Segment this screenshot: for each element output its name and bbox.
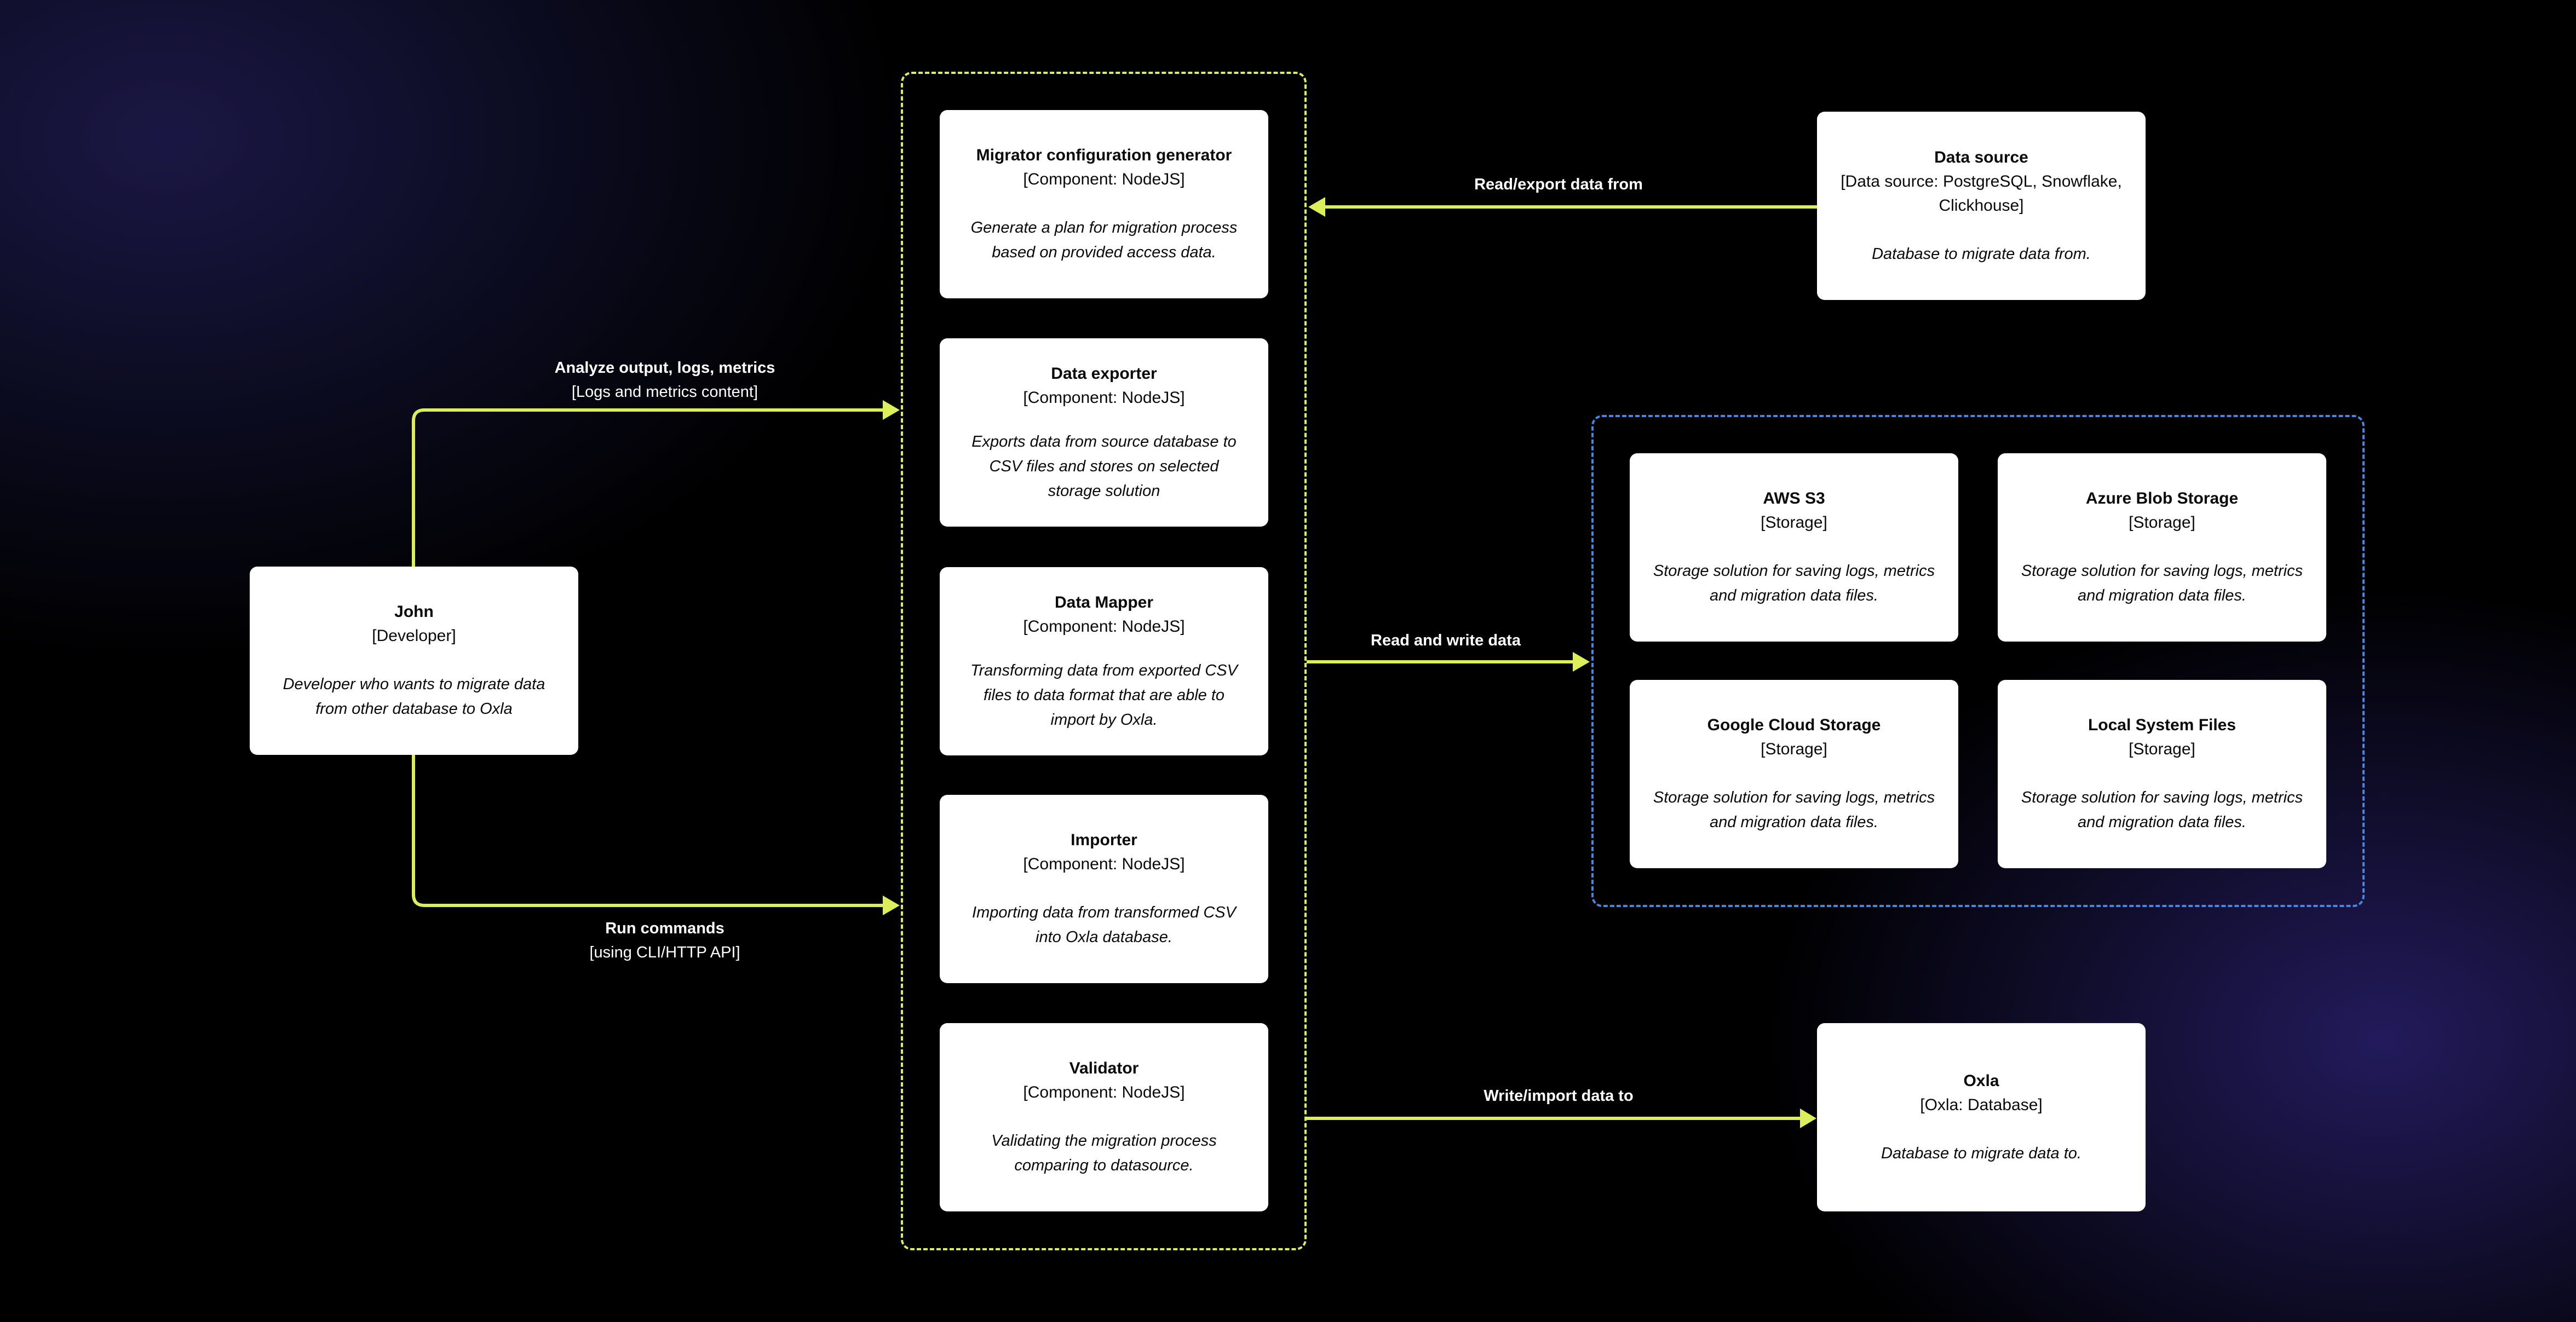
card-title: Oxla — [1963, 1071, 1999, 1090]
card-description: Storage solution for saving logs, metric… — [1653, 562, 1935, 604]
card-kind: [Storage] — [1761, 740, 1827, 758]
arrowhead-read-write — [1573, 652, 1590, 672]
card-title: Data source — [1934, 148, 2028, 166]
relation-title: Read/export data from — [1474, 176, 1643, 193]
card-title: Validator — [1069, 1059, 1139, 1077]
relation-label-read-write: Read and write data — [1371, 628, 1521, 653]
card-title: Migrator configuration generator — [976, 146, 1232, 164]
card-kind: [Storage] — [1761, 513, 1827, 532]
relation-title: Run commands — [605, 920, 725, 937]
person-john-card[interactable]: John [Developer] Developer who wants to … — [250, 567, 578, 755]
relation-label-analyze: Analyze output, logs, metrics [Logs and … — [555, 356, 775, 404]
card-title: Local System Files — [2088, 716, 2236, 734]
relation-label-write-import: Write/import data to — [1484, 1084, 1633, 1108]
card-description: Validating the migration process compari… — [991, 1132, 1217, 1174]
card-description: Database to migrate data to. — [1881, 1144, 2082, 1162]
relation-title: Write/import data to — [1484, 1087, 1634, 1105]
card-kind: [Component: NodeJS] — [1023, 170, 1185, 188]
relation-label-read-export: Read/export data from — [1474, 172, 1643, 197]
card-kind: [Component: NodeJS] — [1023, 1083, 1185, 1101]
arrowhead-read-export — [1308, 197, 1325, 217]
card-description: Developer who wants to migrate data from… — [283, 676, 545, 718]
card-title: AWS S3 — [1763, 489, 1825, 507]
card-title: Importer — [1071, 831, 1137, 849]
card-kind: [Storage] — [2129, 740, 2195, 758]
card-description: Generate a plan for migration process ba… — [970, 219, 1238, 261]
card-title: Data Mapper — [1054, 593, 1154, 611]
card-kind: [Oxla: Database] — [1920, 1095, 2043, 1114]
card-kind: [Component: NodeJS] — [1023, 855, 1185, 873]
card-description: Transforming data from exported CSV file… — [970, 661, 1238, 729]
component-importer-card[interactable]: Importer [Component: NodeJS] Importing d… — [940, 795, 1268, 983]
card-description: Database to migrate data from. — [1872, 245, 2091, 263]
arrow-run — [412, 755, 883, 907]
relation-subtitle: [using CLI/HTTP API] — [589, 944, 740, 961]
card-description: Storage solution for saving logs, metric… — [2021, 789, 2303, 831]
card-title: Azure Blob Storage — [2085, 489, 2239, 507]
card-kind: [Storage] — [2129, 513, 2195, 532]
component-validator-card[interactable]: Validator [Component: NodeJS] Validating… — [940, 1023, 1268, 1211]
card-title: John — [394, 603, 434, 621]
arrowhead-write-import — [1800, 1109, 1816, 1128]
component-migrator-config-generator-card[interactable]: Migrator configuration generator [Compon… — [940, 110, 1268, 298]
card-description: Exports data from source database to CSV… — [971, 432, 1237, 500]
arrow-analyze — [412, 408, 883, 567]
relation-label-run: Run commands [using CLI/HTTP API] — [589, 916, 740, 965]
card-description: Storage solution for saving logs, metric… — [1653, 789, 1935, 831]
card-kind: [Component: NodeJS] — [1023, 617, 1185, 636]
card-kind: [Data source: PostgreSQL, Snowflake, Cli… — [1841, 172, 2122, 215]
card-kind: [Developer] — [372, 627, 456, 645]
storage-azure-blob-card[interactable]: Azure Blob Storage [Storage] Storage sol… — [1998, 453, 2326, 642]
storage-aws-s3-card[interactable]: AWS S3 [Storage] Storage solution for sa… — [1630, 453, 1958, 642]
component-data-mapper-card[interactable]: Data Mapper [Component: NodeJS] Transfor… — [940, 567, 1268, 755]
storage-local-files-card[interactable]: Local System Files [Storage] Storage sol… — [1998, 680, 2326, 868]
component-data-exporter-card[interactable]: Data exporter [Component: NodeJS] Export… — [940, 338, 1268, 527]
card-description: Storage solution for saving logs, metric… — [2021, 562, 2303, 604]
card-title: Data exporter — [1051, 364, 1157, 383]
arrowhead-run — [883, 896, 900, 915]
card-description: Importing data from transformed CSV into… — [972, 904, 1236, 946]
storage-google-cloud-card[interactable]: Google Cloud Storage [Storage] Storage s… — [1630, 680, 1958, 868]
relation-subtitle: [Logs and metrics content] — [571, 383, 758, 401]
relation-title: Read and write data — [1371, 632, 1521, 649]
data-source-card[interactable]: Data source [Data source: PostgreSQL, Sn… — [1817, 112, 2146, 300]
card-title: Google Cloud Storage — [1707, 716, 1881, 734]
card-kind: [Component: NodeJS] — [1023, 388, 1185, 407]
arrowhead-analyze — [883, 400, 900, 420]
oxla-database-card[interactable]: Oxla [Oxla: Database] Database to migrat… — [1817, 1023, 2146, 1211]
relation-title: Analyze output, logs, metrics — [554, 359, 775, 377]
